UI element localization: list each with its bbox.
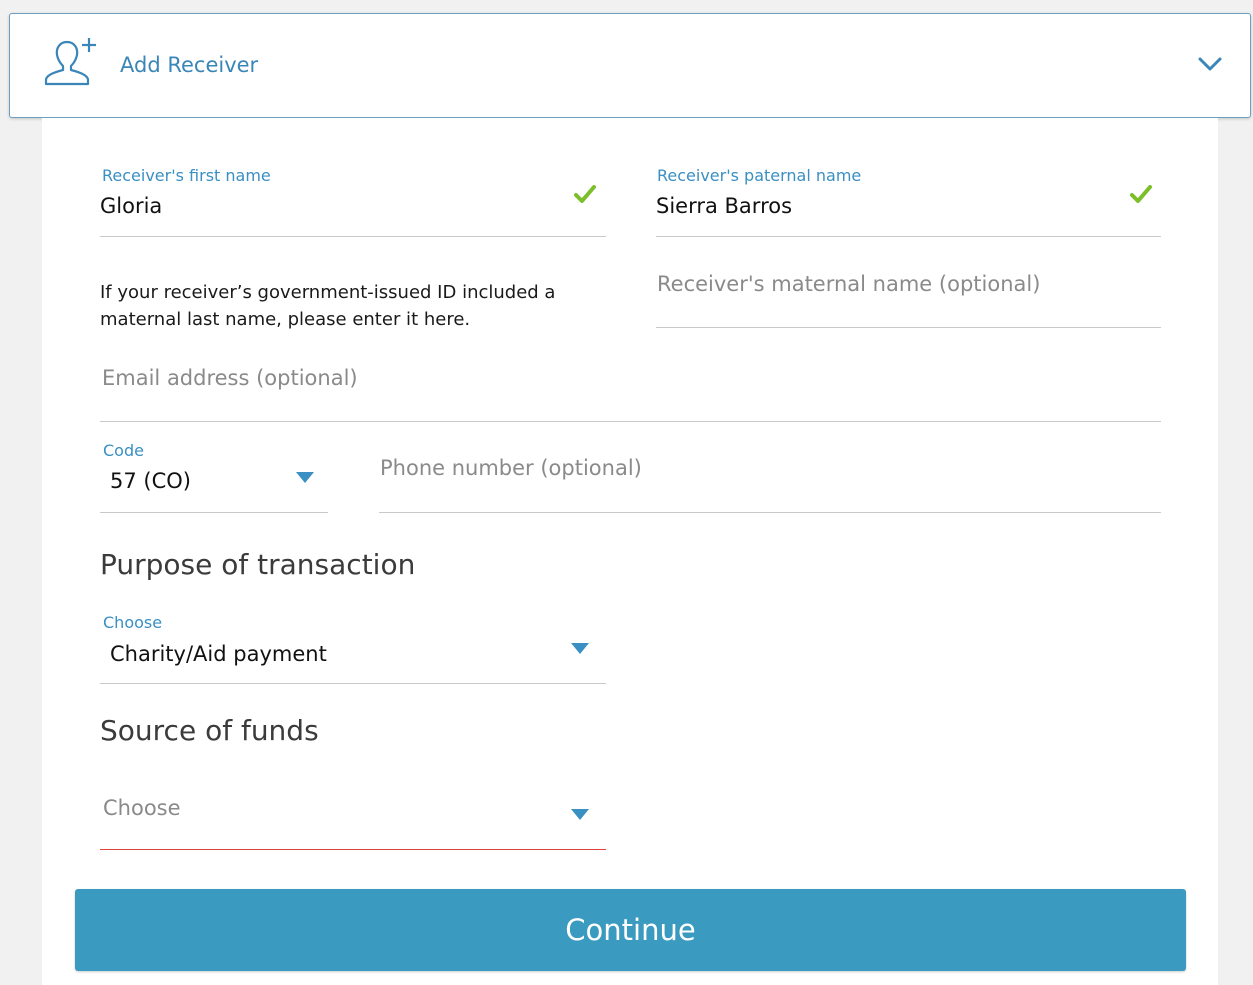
first-name-field[interactable]: Receiver's first name Gloria [100,158,606,237]
maternal-name-hint: If your receiver’s government-issued ID … [100,282,556,330]
purpose-label: Choose [103,613,163,632]
dropdown-caret-icon [296,472,314,483]
purpose-value: Charity/Aid payment [110,642,327,666]
purpose-section-title: Purpose of transaction [100,548,416,581]
maternal-name-placeholder: Receiver's maternal name (optional) [657,272,1041,296]
check-icon [1130,185,1152,203]
first-name-label: Receiver's first name [102,166,271,185]
source-select[interactable]: Choose [100,780,606,850]
paternal-name-field[interactable]: Receiver's paternal name Sierra Barros [656,158,1161,237]
add-receiver-header[interactable]: Add Receiver [9,13,1251,118]
chevron-down-icon[interactable] [1196,54,1224,74]
email-field[interactable]: Email address (optional) [100,350,1161,422]
top-clipped-strip [0,0,1253,10]
add-person-icon [44,38,96,86]
email-placeholder: Email address (optional) [102,366,358,390]
phone-code-value: 57 (CO) [110,469,191,493]
dropdown-caret-icon [571,809,589,820]
phone-code-label: Code [103,441,144,460]
dropdown-caret-icon [571,643,589,654]
paternal-name-label: Receiver's paternal name [657,166,862,185]
header-title: Add Receiver [120,53,259,77]
continue-button[interactable]: Continue [75,889,1186,971]
phone-number-field[interactable]: Phone number (optional) [379,440,1161,513]
phone-number-placeholder: Phone number (optional) [380,456,642,480]
source-placeholder: Choose [103,796,181,820]
maternal-name-field[interactable]: Receiver's maternal name (optional) [656,258,1161,328]
check-icon [574,185,596,203]
phone-code-select[interactable]: Code 57 (CO) [100,432,328,513]
paternal-name-value: Sierra Barros [656,194,793,218]
source-section-title: Source of funds [100,714,319,747]
purpose-select[interactable]: Choose Charity/Aid payment [100,605,606,684]
first-name-value: Gloria [100,194,163,218]
